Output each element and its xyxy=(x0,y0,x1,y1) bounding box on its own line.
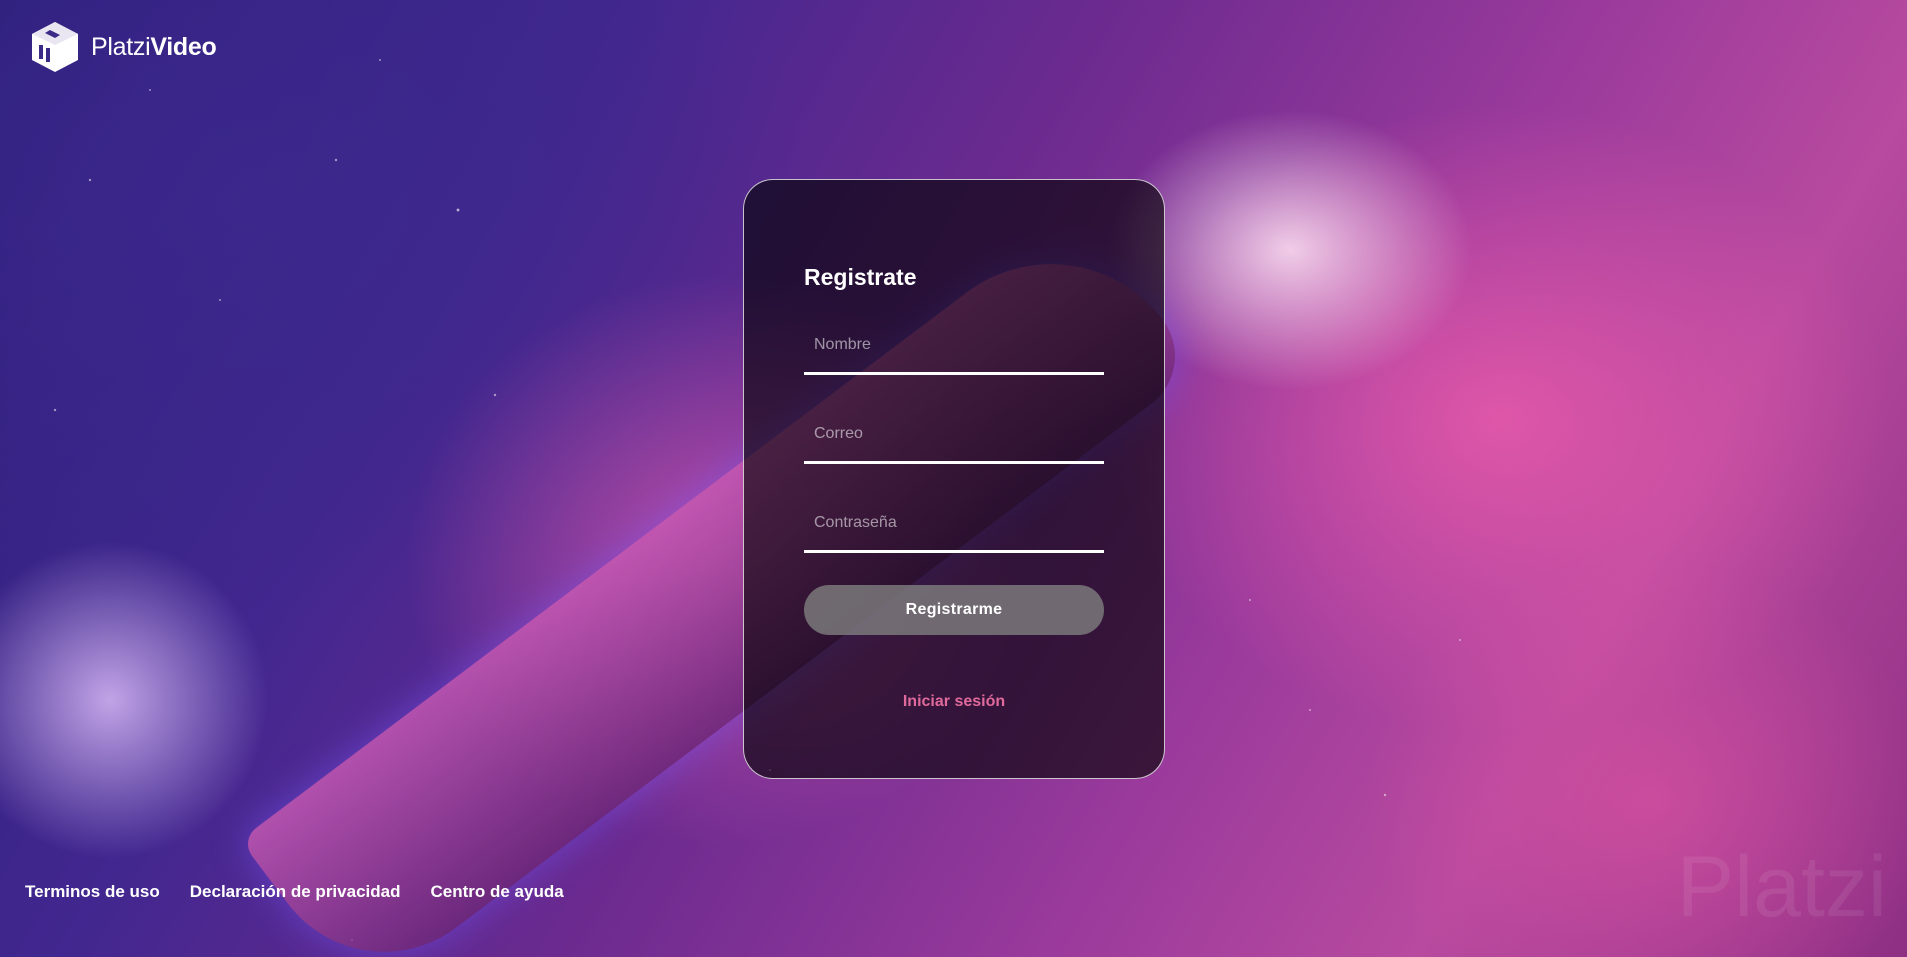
cube-logo-icon xyxy=(32,22,78,72)
password-input[interactable] xyxy=(804,513,1104,553)
privacy-link[interactable]: Declaración de privacidad xyxy=(190,882,401,902)
email-input[interactable] xyxy=(804,424,1104,464)
login-link[interactable]: Iniciar sesión xyxy=(804,693,1104,711)
terms-link[interactable]: Terminos de uso xyxy=(25,882,160,902)
register-button[interactable]: Registrarme xyxy=(804,585,1104,635)
footer-links: Terminos de uso Declaración de privacida… xyxy=(25,882,564,902)
background: Platzi PlatziVideo Registrate Registrarm… xyxy=(0,0,1907,957)
help-center-link[interactable]: Centro de ayuda xyxy=(430,882,563,902)
register-title: Registrate xyxy=(804,264,917,290)
platzivideo-logo[interactable]: PlatziVideo xyxy=(28,20,217,74)
platzi-watermark: Platzi xyxy=(1676,839,1887,935)
name-input[interactable] xyxy=(804,335,1104,375)
logo-text: PlatziVideo xyxy=(91,32,217,61)
register-card: Registrate Registrarme Iniciar sesión xyxy=(743,179,1165,779)
